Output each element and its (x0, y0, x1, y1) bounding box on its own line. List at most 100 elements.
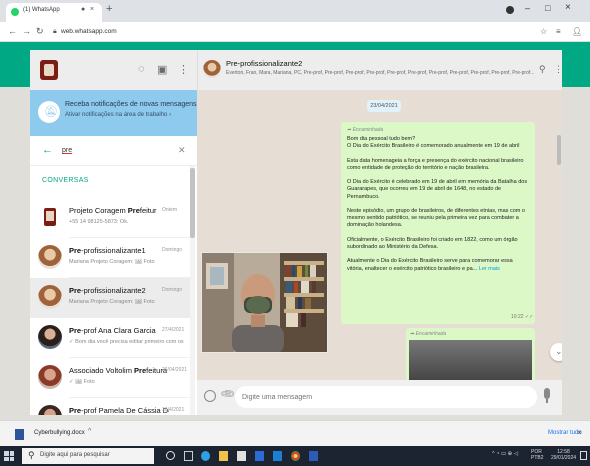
chat-avatar (38, 205, 62, 229)
message-input[interactable] (235, 386, 537, 408)
date-divider: 23/04/2021 (367, 100, 401, 112)
app-icon[interactable] (273, 451, 282, 461)
reading-list-icon[interactable]: ≡ (556, 27, 561, 36)
chat-item[interactable]: Pre-prof Pamela De Cássia De 16/4/2021 (30, 398, 190, 415)
taskbar-search[interactable]: ⚲ Digite aqui para pesquisar (22, 448, 154, 464)
account-icon[interactable]: 👤︎ (572, 27, 582, 36)
system-tray-icons[interactable]: ^ ◔ ▭ ⊕ ◁ (492, 451, 518, 457)
read-more-link[interactable]: Ler mais (477, 266, 500, 272)
chat-avatar (38, 325, 62, 349)
word-icon[interactable] (309, 451, 318, 461)
close-window-button[interactable]: × (565, 2, 571, 13)
chat-name: Pre-prof Ana Clara Garcia (69, 326, 156, 335)
reload-icon[interactable]: ↻ (36, 26, 44, 37)
download-menu-caret-icon[interactable]: ^ (88, 428, 91, 435)
notification-center-icon[interactable] (580, 451, 587, 460)
chat-name: Pre-profissionalizante1 (69, 246, 146, 255)
edge-icon[interactable] (201, 451, 210, 461)
file-explorer-icon[interactable] (219, 451, 228, 461)
forward-icon[interactable]: → (22, 26, 31, 36)
chat-item[interactable]: Associado Voltolim Prefeitura 26/04/2021… (30, 358, 190, 398)
chat-preview: ✓ Bom dia você precisa editar primeiro c… (69, 339, 184, 345)
notification-bell-icon: 🔕︎ (38, 101, 60, 123)
chat-time: 27/4/2021 (162, 327, 185, 333)
status-icon[interactable]: ◌ (138, 63, 145, 75)
chat-name: Projeto Coragem Prefeitur (69, 206, 157, 215)
search-input[interactable]: pre (62, 147, 72, 154)
section-label: CONVERSAS (42, 177, 89, 184)
chat-time: Domingo (162, 247, 183, 253)
chat-time: 16/4/2021 (162, 407, 185, 413)
message-bubble[interactable]: ➦ Encaminhada Bom dia pessoal tudo bem? … (341, 122, 535, 324)
windows-start-icon[interactable] (4, 451, 14, 461)
whatsapp-favicon-icon (11, 8, 19, 16)
my-avatar[interactable] (40, 60, 58, 80)
emoji-icon[interactable] (204, 390, 216, 402)
chrome-icon[interactable] (291, 451, 300, 461)
search-icon: ⚲ (28, 450, 35, 460)
cortana-icon[interactable] (166, 451, 175, 460)
minimize-button[interactable]: – (525, 3, 530, 13)
search-icon[interactable]: ⚲ (539, 64, 546, 75)
chat-search: ← pre ✕ (30, 136, 197, 166)
profile-icon[interactable] (506, 6, 514, 14)
tab-title: (1) WhatsApp (23, 7, 60, 13)
chat-preview: Mariana Projeto Coragem: 🖼 Foto (69, 259, 155, 265)
download-bar: Cyberbullying.docx ^ Mostrar tudo × (0, 420, 590, 446)
browser-tab[interactable]: (1) WhatsApp ● × (6, 3, 102, 22)
menu-icon[interactable]: ⋮ (554, 64, 562, 75)
chat-time: Domingo (162, 287, 183, 293)
browser-tab-strip: (1) WhatsApp ● × + – □ × (0, 0, 590, 22)
chat-name: Pre-prof Pamela De Cássia De (69, 406, 169, 415)
back-arrow-icon[interactable]: ← (42, 144, 53, 156)
chat-avatar (38, 285, 62, 309)
webcam-video (201, 252, 328, 353)
microphone-icon[interactable] (544, 388, 550, 399)
back-icon[interactable]: ← (8, 26, 17, 36)
scrollbar-thumb[interactable] (557, 135, 561, 165)
webcam-scene (202, 253, 327, 352)
conversation-members: Everton, Fran, Mara, Mariana, PC, Pre-pr… (226, 70, 535, 76)
scrollbar-thumb[interactable] (190, 168, 195, 238)
chat-item-selected[interactable]: Pre-profissionalizante2 Domingo Mariana … (30, 278, 190, 318)
conversation-scrollbar[interactable] (557, 95, 561, 375)
conversation-panel: Pre-profissionalizante2 Everton, Fran, M… (197, 50, 562, 415)
notification-banner[interactable]: 🔕︎ Receba notificações de novas mensagen… (30, 90, 197, 136)
chevron-down-icon: ⌄ (555, 346, 562, 356)
chat-item[interactable]: Pre-prof Ana Clara Garcia 27/4/2021 ✓ Bo… (30, 318, 190, 358)
word-file-icon (15, 429, 24, 440)
lock-icon[interactable]: 🔒︎ (53, 28, 57, 36)
download-filename[interactable]: Cyberbullying.docx (34, 430, 85, 436)
bookmark-star-icon[interactable]: ☆ (540, 27, 547, 36)
group-avatar[interactable] (203, 60, 221, 78)
clock[interactable]: 12:58 29/01/2024 (551, 449, 576, 461)
taskbar-search-placeholder: Digite aqui para pesquisar (40, 452, 110, 458)
chat-time: Ontem (162, 207, 178, 213)
chat-avatar (38, 365, 62, 389)
url-field[interactable]: web.whatsapp.com (61, 28, 117, 35)
conversation-header[interactable]: Pre-profissionalizante2 Everton, Fran, M… (197, 50, 562, 90)
sidebar-header: ◌ ▣ ⋮ (30, 50, 197, 90)
mail-icon[interactable] (255, 451, 264, 461)
clear-search-icon[interactable]: ✕ (178, 145, 186, 156)
new-chat-icon[interactable]: ▣ (157, 63, 167, 76)
task-view-icon[interactable] (184, 451, 193, 461)
message-composer: 📎︎ (197, 380, 562, 415)
tab-close-icon[interactable]: × (90, 6, 94, 13)
forwarded-label: ➦ Encaminhada (410, 331, 447, 337)
chat-item[interactable]: Pre-profissionalizante1 Domingo Mariana … (30, 238, 190, 278)
chat-preview: +55 14 98125-5873: Ok. (69, 219, 129, 225)
new-tab-button[interactable]: + (106, 3, 112, 15)
menu-icon[interactable]: ⋮ (178, 63, 189, 76)
notification-enable-link[interactable]: Ativar notificações na área de trabalho … (65, 112, 171, 118)
chat-name: Pre-profissionalizante2 (69, 286, 146, 295)
input-language[interactable]: POR PTB2 (531, 449, 544, 461)
close-download-bar-button[interactable]: × (577, 428, 582, 437)
scroll-down-button[interactable]: ⌄ (550, 343, 562, 361)
chat-list-scrollbar[interactable] (190, 166, 195, 415)
chat-item[interactable]: Projeto Coragem Prefeitur Ontem +55 14 9… (30, 198, 190, 238)
store-icon[interactable] (237, 451, 246, 461)
forwarded-label: ➦ Encaminhada (347, 127, 384, 133)
conversation-title: Pre-profissionalizante2 (226, 59, 303, 68)
maximize-button[interactable]: □ (545, 3, 550, 13)
